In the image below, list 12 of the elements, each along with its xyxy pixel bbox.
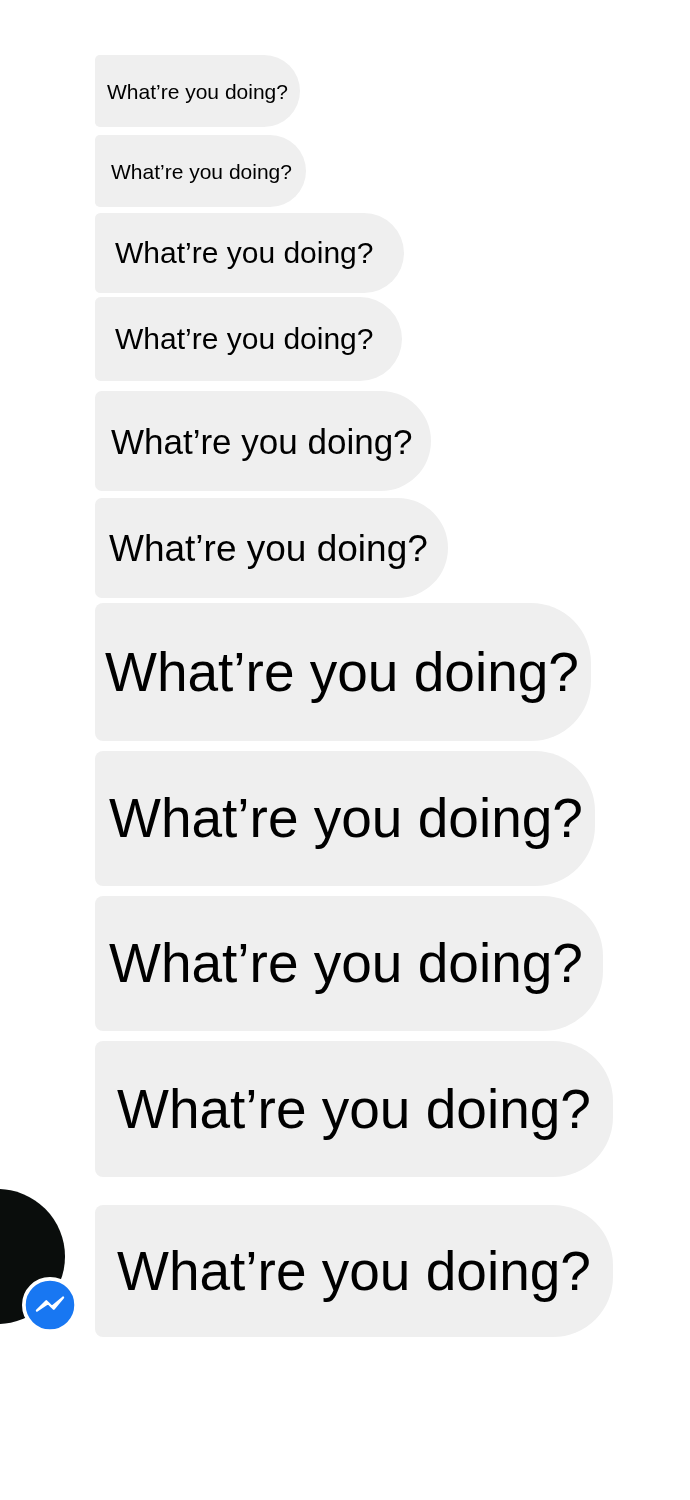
message-bubble: What’re you doing? xyxy=(95,55,300,127)
message-bubble: What’re you doing? xyxy=(95,603,591,741)
message-bubble: What’re you doing? xyxy=(95,1041,613,1177)
message-bubble: What’re you doing? xyxy=(95,213,404,293)
message-bubble: What’re you doing? xyxy=(95,135,306,207)
message-bubble: What’re you doing? xyxy=(95,391,431,491)
messenger-badge-icon xyxy=(22,1277,78,1333)
message-bubble: What’re you doing? xyxy=(95,297,402,381)
message-bubble: What’re you doing? xyxy=(95,498,448,598)
message-bubble: What’re you doing? xyxy=(95,751,595,886)
message-bubble: What’re you doing? xyxy=(95,896,603,1031)
message-bubble: What’re you doing? xyxy=(95,1205,613,1337)
